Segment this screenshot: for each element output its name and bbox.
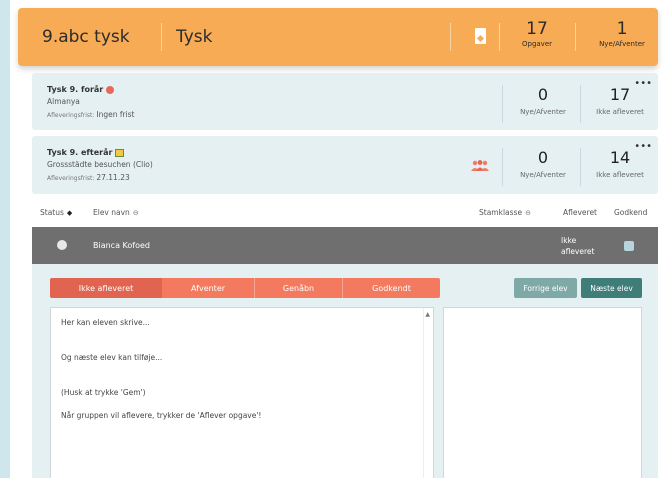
card-divider [502,85,503,123]
tab-not-submitted[interactable]: Ikke afleveret [50,278,162,298]
assignment-subtitle: Grossstädte besuchen (Clio) [47,160,153,169]
status-indicator [57,240,67,250]
new-pending-label: Nye/Afventer [599,40,645,48]
card-not-submitted-stat[interactable]: 17 Ikke afleveret [588,86,652,117]
due-value: Ingen frist [96,110,135,119]
assignment-card[interactable]: Tysk 9. efterår Grossstädte besuchen (Cl… [32,136,658,194]
class-name[interactable]: 9.abc tysk [42,27,130,47]
more-options-icon[interactable]: ••• [634,141,652,152]
tab-approved[interactable]: Godkendt [343,278,440,298]
header-divider [499,23,500,51]
card-not-submitted-stat[interactable]: 14 Ikke afleveret [588,149,652,180]
assignment-due: Afleveringsfrist: Ingen frist [47,110,135,119]
assignment-subtitle: Almanya [47,97,80,106]
header-divider [575,23,576,51]
card-divider [502,148,503,186]
student-name: Bianca Kofoed [93,241,150,250]
assignment-title: Tysk 9. efterår [47,148,125,157]
column-header-submitted[interactable]: Afleveret [563,208,597,217]
card-new-pending-stat[interactable]: 0 Nye/Afventer [510,85,576,117]
previous-student-button[interactable]: Forrige elev [514,278,577,298]
due-value: 27.11.23 [96,173,130,182]
card-not-submitted-label: Ikke afleveret [596,171,644,179]
card-new-pending-stat[interactable]: 0 Nye/Afventer [510,148,576,180]
assignment-due: Afleveringsfrist: 27.11.23 [47,173,130,182]
filter-icon[interactable]: ⊖ [133,209,139,217]
subject-name: Tysk [176,27,213,47]
assignments-label: Opgaver [521,40,552,48]
assignments-stat: 17 Opgaver [517,20,557,48]
column-header-home-class[interactable]: Stamklasse ⊖ [479,208,534,217]
class-header: 9.abc tysk Tysk 17 Opgaver 1 Nye/Afvente… [18,8,658,66]
header-divider [161,23,162,51]
group-icon[interactable] [471,160,489,172]
card-not-submitted-label: Ikke afleveret [596,108,644,116]
next-student-button[interactable]: Næste elev [581,278,642,298]
more-options-icon[interactable]: ••• [634,78,652,89]
answer-editor[interactable]: Her kan eleven skrive... Og næste elev k… [50,307,434,478]
assignments-count: 17 [526,19,548,39]
column-header-student-name[interactable]: Elev navn ⊖ [93,208,142,217]
assignment-card[interactable]: Tysk 9. forår Almanya Afleveringsfrist: … [32,73,658,130]
bookmark-icon[interactable] [475,28,486,44]
editor-line: Når gruppen vil aflevere, trykker de 'Af… [61,411,262,420]
card-divider [580,85,581,123]
header-divider [450,23,451,51]
book-icon [115,148,125,157]
flag-icon [106,85,115,94]
editor-line: (Husk at trykke 'Gem') [61,388,146,397]
column-header-approved[interactable]: Godkend [614,208,647,217]
column-header-status[interactable]: Status ◆ [40,208,75,217]
student-row[interactable]: Bianca Kofoed Ikke afleveret [32,227,658,264]
tab-reopen[interactable]: Genåbn [255,278,342,298]
assignment-title: Tysk 9. forår [47,85,115,94]
editor-line: Her kan eleven skrive... [61,318,150,327]
feedback-box[interactable] [443,307,642,478]
card-new-pending-label: Nye/Afventer [520,108,566,116]
tab-pending[interactable]: Afventer [162,278,254,298]
card-new-pending-label: Nye/Afventer [520,171,566,179]
new-pending-count: 1 [616,19,628,39]
evaluation-panel: Ikke afleveret Afventer Genåbn Godkendt … [32,264,658,478]
card-divider [580,148,581,186]
card-new-pending-count: 0 [537,148,549,167]
editor-scrollbar[interactable] [423,308,433,478]
new-pending-stat: 1 Nye/Afventer [592,20,652,48]
filter-icon[interactable]: ⊖ [525,209,531,217]
approve-checkbox[interactable] [624,241,634,251]
scroll-up-icon[interactable]: ▲ [425,311,430,318]
card-new-pending-count: 0 [537,85,549,104]
editor-line: Og næste elev kan tilføje... [61,353,163,362]
sort-icon[interactable]: ◆ [67,209,72,217]
submission-status: Ikke afleveret [561,236,595,256]
